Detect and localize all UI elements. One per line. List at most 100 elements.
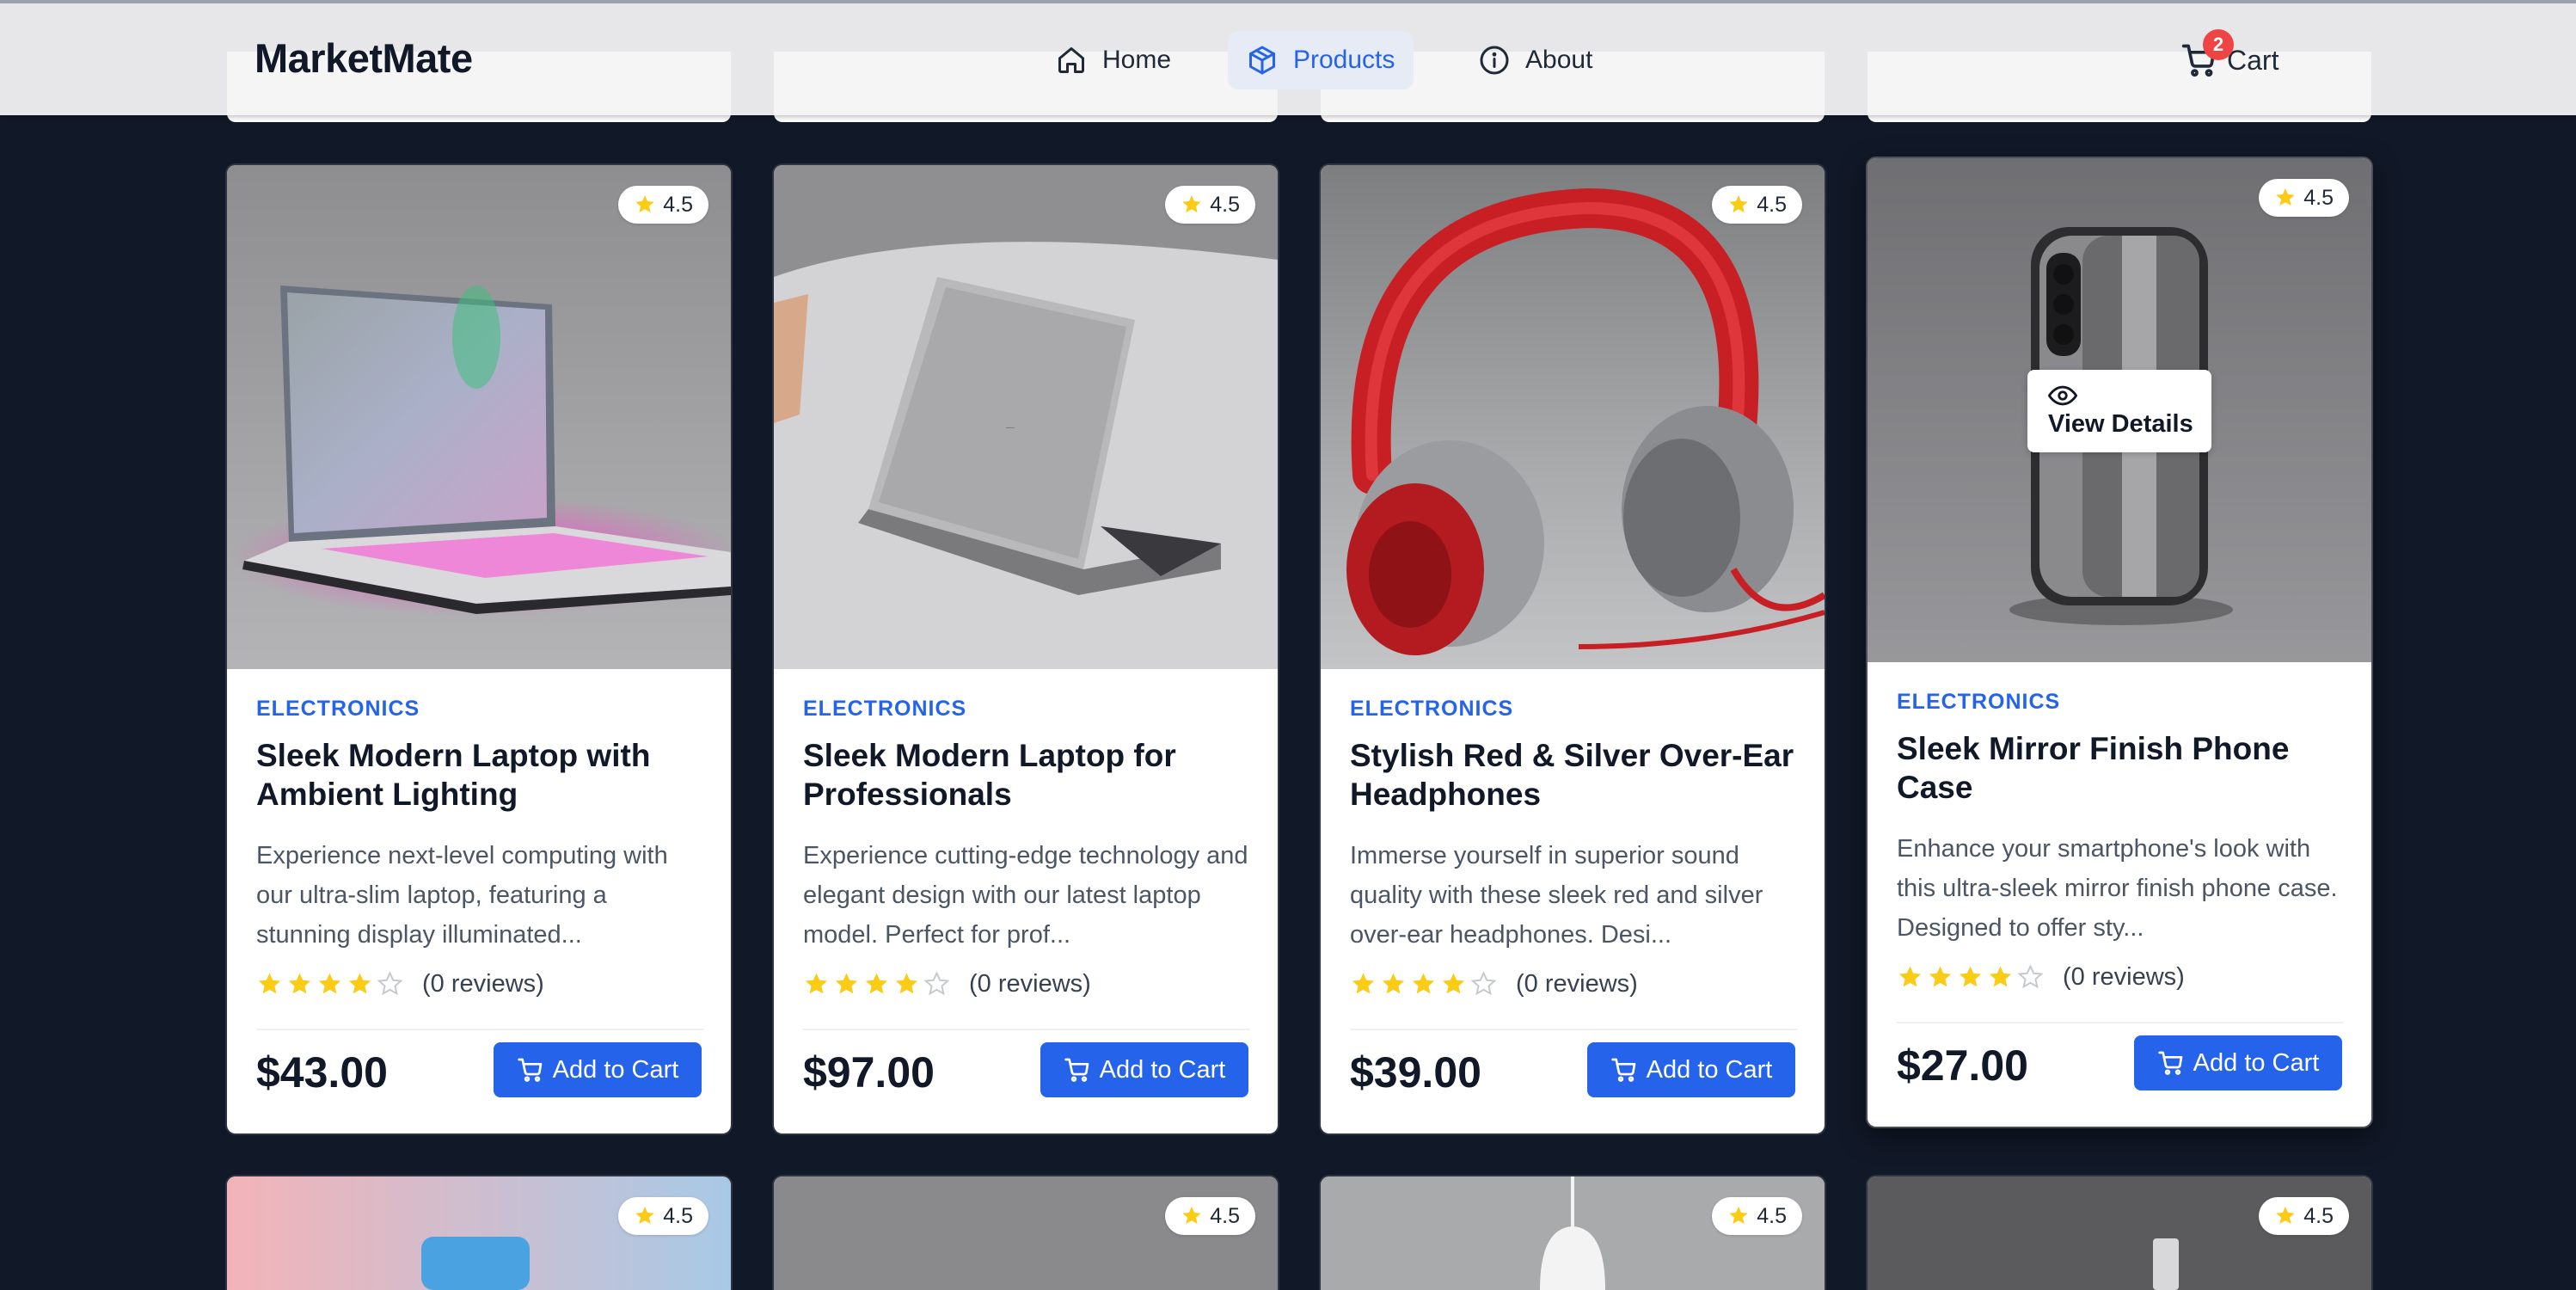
divider bbox=[1897, 1022, 2344, 1023]
star-filled-icon bbox=[895, 973, 918, 994]
star-rating: (0 reviews) bbox=[1897, 963, 2185, 992]
rating-chip: 4.5 bbox=[1165, 1197, 1255, 1235]
product-card[interactable]: 4.5 ELECTRONICS Sleek Modern Laptop with… bbox=[227, 165, 731, 1133]
svg-text:—: — bbox=[1006, 423, 1015, 433]
star-rating: (0 reviews) bbox=[256, 970, 544, 998]
star-filled-icon bbox=[1959, 966, 1982, 987]
home-icon bbox=[1058, 47, 1084, 73]
product-card[interactable]: 4.5 bbox=[1868, 1176, 2371, 1290]
product-title[interactable]: Sleek Modern Laptop for Professionals bbox=[803, 736, 1250, 814]
rating-value: 4.5 bbox=[1757, 1203, 1787, 1228]
cart-icon bbox=[2157, 1051, 2182, 1075]
star-filled-icon bbox=[1412, 973, 1435, 994]
product-card[interactable]: 4.5 ELECTRONICS Stylish Red & Silver Ove… bbox=[1321, 165, 1825, 1133]
star-icon bbox=[2276, 1207, 2295, 1225]
product-price: $97.00 bbox=[803, 1048, 935, 1096]
product-title[interactable]: Sleek Modern Laptop with Ambient Lightin… bbox=[256, 736, 703, 814]
star-filled-icon bbox=[865, 973, 888, 994]
headphones-image[interactable]: 4.5 bbox=[1321, 165, 1825, 669]
rating-value: 4.5 bbox=[663, 1203, 693, 1228]
product-category: ELECTRONICS bbox=[1350, 697, 1514, 721]
star-rating: (0 reviews) bbox=[803, 970, 1091, 998]
add-to-cart-label: Add to Cart bbox=[1646, 1055, 1773, 1084]
divider bbox=[803, 1029, 1250, 1030]
star-rating: (0 reviews) bbox=[1350, 970, 1638, 998]
add-to-cart-button[interactable]: Add to Cart bbox=[1587, 1042, 1795, 1097]
star-icon bbox=[2276, 188, 2295, 206]
view-details-label: View Details bbox=[2048, 409, 2193, 438]
navbar: MarketMate Home Products About 2 Cart bbox=[0, 3, 2576, 115]
star-filled-icon bbox=[1929, 966, 1952, 987]
product-card[interactable]: 4.5 bbox=[227, 1176, 731, 1290]
star-icon bbox=[1729, 1207, 1748, 1225]
product-price: $39.00 bbox=[1350, 1048, 1481, 1096]
divider bbox=[1350, 1029, 1797, 1030]
product-description: Experience next-level computing with our… bbox=[256, 842, 668, 949]
review-count: (0 reviews) bbox=[1516, 970, 1638, 998]
star-icon bbox=[1182, 1207, 1201, 1225]
add-to-cart-label: Add to Cart bbox=[1099, 1055, 1226, 1084]
star-empty-icon bbox=[2017, 964, 2044, 989]
review-count: (0 reviews) bbox=[2063, 963, 2185, 991]
star-filled-icon bbox=[258, 973, 281, 994]
star-filled-icon bbox=[1442, 973, 1465, 994]
product-card[interactable]: 4.5 bbox=[774, 1176, 1278, 1290]
nav-home[interactable]: Home bbox=[1037, 31, 1190, 89]
star-filled-icon bbox=[835, 973, 858, 994]
product-category: ELECTRONICS bbox=[803, 697, 967, 721]
add-to-cart-button[interactable]: Add to Cart bbox=[494, 1042, 702, 1097]
review-count: (0 reviews) bbox=[969, 970, 1091, 998]
add-to-cart-button[interactable]: Add to Cart bbox=[2134, 1035, 2342, 1090]
view-details-button[interactable]: View Details bbox=[2027, 370, 2211, 452]
divider bbox=[256, 1029, 703, 1030]
add-to-cart-label: Add to Cart bbox=[2193, 1048, 2320, 1077]
nav-home-label: Home bbox=[1102, 46, 1172, 74]
product-price: $43.00 bbox=[256, 1048, 388, 1096]
star-filled-icon bbox=[1989, 966, 2012, 987]
product-card[interactable]: 4.5 View Details ELECTRONICS Sleek Mirro… bbox=[1868, 158, 2371, 1127]
product-title[interactable]: Stylish Red & Silver Over-Ear Headphones bbox=[1350, 736, 1797, 814]
star-empty-icon bbox=[923, 971, 950, 996]
rating-chip: 4.5 bbox=[2259, 1197, 2349, 1235]
info-icon bbox=[1480, 46, 1509, 75]
star-icon bbox=[635, 195, 654, 213]
product-description: Immerse yourself in superior sound quali… bbox=[1350, 842, 1763, 949]
star-icon bbox=[1729, 195, 1748, 213]
laptop-silver-image[interactable]: — 4.5 bbox=[774, 165, 1278, 669]
cart-icon bbox=[1610, 1058, 1635, 1082]
cart-button[interactable]: 2 Cart bbox=[2180, 29, 2279, 89]
cart-count-badge: 2 bbox=[2203, 29, 2234, 60]
star-filled-icon bbox=[1898, 966, 1922, 987]
star-filled-icon bbox=[288, 973, 311, 994]
package-icon bbox=[1249, 46, 1275, 75]
window-top-edge bbox=[0, 0, 2576, 3]
rating-chip: 4.5 bbox=[1712, 1197, 1802, 1235]
phone-case-image[interactable]: 4.5 View Details bbox=[1868, 158, 2371, 662]
add-to-cart-button[interactable]: Add to Cart bbox=[1040, 1042, 1248, 1097]
rating-chip: 4.5 bbox=[618, 186, 708, 224]
product-card[interactable]: 4.5 bbox=[1321, 1176, 1825, 1290]
product-title[interactable]: Sleek Mirror Finish Phone Case bbox=[1897, 729, 2344, 807]
cart-icon bbox=[517, 1058, 542, 1082]
rating-chip: 4.5 bbox=[618, 1197, 708, 1235]
star-empty-icon bbox=[1470, 971, 1497, 996]
nav-products[interactable]: Products bbox=[1228, 31, 1414, 89]
add-to-cart-label: Add to Cart bbox=[552, 1055, 679, 1084]
laptop-ambient-image[interactable]: 4.5 bbox=[227, 165, 731, 669]
rating-chip: 4.5 bbox=[1165, 186, 1255, 224]
rating-value: 4.5 bbox=[1210, 1203, 1240, 1228]
product-price: $27.00 bbox=[1897, 1041, 2028, 1090]
star-filled-icon bbox=[318, 973, 341, 994]
nav-products-label: Products bbox=[1293, 46, 1395, 74]
eye-icon bbox=[2048, 385, 2077, 405]
star-icon bbox=[635, 1207, 654, 1225]
nav-about-label: About bbox=[1525, 46, 1593, 74]
product-card[interactable]: — 4.5 ELECTRONICS Sleek Modern Laptop fo… bbox=[774, 165, 1278, 1133]
nav-about[interactable]: About bbox=[1460, 31, 1611, 89]
brand-logo[interactable]: MarketMate bbox=[255, 34, 473, 82]
rating-value: 4.5 bbox=[2303, 1203, 2334, 1228]
star-filled-icon bbox=[348, 973, 371, 994]
product-category: ELECTRONICS bbox=[256, 697, 420, 721]
star-filled-icon bbox=[805, 973, 828, 994]
star-icon bbox=[1182, 195, 1201, 213]
